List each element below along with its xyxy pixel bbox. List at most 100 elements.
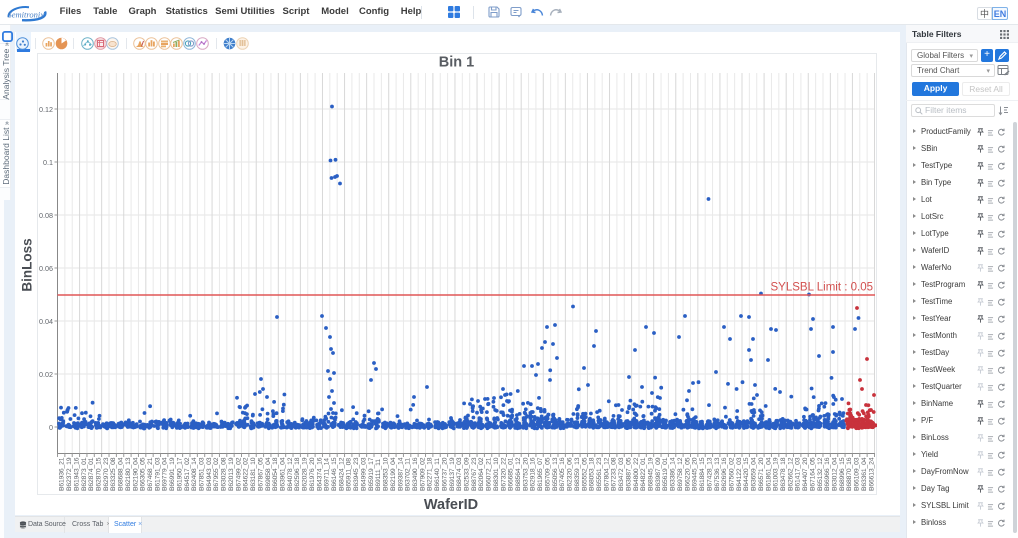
svg-text:B65056_13: B65056_13 bbox=[552, 457, 559, 491]
svg-text:B67851_03: B67851_03 bbox=[199, 457, 206, 491]
svg-text:B64420_15: B64420_15 bbox=[743, 457, 750, 491]
svg-text:B61884_15: B61884_15 bbox=[699, 457, 706, 491]
svg-text:B66146_15: B66146_15 bbox=[331, 457, 338, 491]
svg-text:B64822_01: B64822_01 bbox=[640, 457, 647, 491]
svg-text:B68424_12: B68424_12 bbox=[338, 457, 345, 491]
svg-text:B64374_16: B64374_16 bbox=[316, 457, 323, 491]
svg-text:B64122_03: B64122_03 bbox=[736, 457, 743, 491]
svg-text:B67560_02: B67560_02 bbox=[729, 457, 736, 491]
svg-text:B66220_05: B66220_05 bbox=[684, 457, 691, 491]
svg-text:B69387_14: B69387_14 bbox=[397, 457, 404, 491]
svg-text:B69858_04: B69858_04 bbox=[265, 457, 272, 491]
svg-text:Bin 1: Bin 1 bbox=[439, 55, 474, 71]
svg-text:B63361_04: B63361_04 bbox=[861, 457, 868, 491]
svg-text:B68564_12: B68564_12 bbox=[515, 457, 522, 491]
svg-text:B63325_08: B63325_08 bbox=[110, 457, 117, 491]
svg-text:B65132_12: B65132_12 bbox=[817, 457, 824, 491]
svg-text:B62918_16: B62918_16 bbox=[530, 457, 537, 491]
svg-text:B62199_04: B62199_04 bbox=[390, 457, 397, 491]
svg-text:B67955_02: B67955_02 bbox=[213, 457, 220, 491]
svg-text:B66966_16: B66966_16 bbox=[824, 457, 831, 491]
svg-text:B66737_20: B66737_20 bbox=[441, 457, 448, 491]
svg-text:B67468_21: B67468_21 bbox=[147, 457, 154, 491]
svg-text:B65911_08: B65911_08 bbox=[346, 458, 353, 491]
svg-text:B64407_20: B64407_20 bbox=[802, 457, 809, 491]
svg-text:B64943_03: B64943_03 bbox=[206, 457, 213, 491]
svg-text:B62013_19: B62013_19 bbox=[228, 457, 235, 491]
svg-text:B64622_02: B64622_02 bbox=[243, 457, 250, 491]
svg-text:B67233_08: B67233_08 bbox=[611, 457, 618, 491]
svg-text:Semitronix: Semitronix bbox=[8, 10, 45, 20]
svg-text:0.06: 0.06 bbox=[39, 264, 53, 273]
svg-text:B67867_05: B67867_05 bbox=[257, 457, 264, 491]
svg-text:B67428_13: B67428_13 bbox=[706, 457, 713, 491]
svg-text:0.04: 0.04 bbox=[39, 317, 53, 326]
svg-text:0.08: 0.08 bbox=[39, 211, 53, 220]
svg-text:B64800_22: B64800_22 bbox=[633, 457, 640, 491]
svg-text:B62970_23: B62970_23 bbox=[103, 457, 110, 491]
svg-text:B66613_24: B66613_24 bbox=[868, 457, 875, 491]
svg-text:B67320_22: B67320_22 bbox=[500, 457, 507, 491]
svg-text:B61417_03: B61417_03 bbox=[795, 457, 802, 491]
svg-text:SYLSBL Limit : 0.05: SYLSBL Limit : 0.05 bbox=[771, 282, 874, 294]
svg-text:B68359_13: B68359_13 bbox=[574, 457, 581, 491]
svg-text:B62874_01: B62874_01 bbox=[88, 457, 95, 491]
svg-text:B64078_12: B64078_12 bbox=[287, 457, 294, 491]
svg-text:B64999_03: B64999_03 bbox=[361, 457, 368, 491]
svg-text:B65919_17: B65919_17 bbox=[368, 457, 375, 491]
svg-text:B61936_21: B61936_21 bbox=[59, 457, 66, 491]
svg-text:B68474_03: B68474_03 bbox=[456, 457, 463, 491]
svg-text:B66571_20: B66571_20 bbox=[758, 457, 765, 491]
svg-text:B63753_20: B63753_20 bbox=[522, 457, 529, 491]
svg-text:B62180_13: B62180_13 bbox=[125, 457, 132, 491]
svg-text:B63945_23: B63945_23 bbox=[353, 457, 360, 491]
svg-text:B61965_07: B61965_07 bbox=[537, 457, 544, 491]
svg-text:0: 0 bbox=[49, 423, 53, 432]
svg-text:B62028_19: B62028_19 bbox=[302, 457, 309, 491]
svg-text:B63012_04: B63012_04 bbox=[832, 457, 839, 491]
svg-text:B66305_05: B66305_05 bbox=[140, 457, 147, 491]
svg-text:B69779_04: B69779_04 bbox=[162, 457, 169, 491]
svg-text:B62662_12: B62662_12 bbox=[787, 457, 794, 491]
svg-text:B62596_18: B62596_18 bbox=[294, 457, 301, 491]
svg-text:B67164_05: B67164_05 bbox=[809, 457, 816, 491]
svg-text:B61003_19: B61003_19 bbox=[773, 457, 780, 491]
svg-text:0.02: 0.02 bbox=[39, 370, 53, 379]
svg-text:B63478_18: B63478_18 bbox=[780, 457, 787, 491]
svg-text:B68053_18: B68053_18 bbox=[589, 457, 596, 491]
svg-text:B66991_19: B66991_19 bbox=[169, 457, 176, 491]
svg-text:B67499_02: B67499_02 bbox=[235, 457, 242, 491]
svg-text:B68353_10: B68353_10 bbox=[383, 457, 390, 491]
svg-text:B62408_14: B62408_14 bbox=[191, 457, 198, 491]
svg-text:B63028_08: B63028_08 bbox=[221, 457, 228, 491]
svg-text:B61950_17: B61950_17 bbox=[176, 457, 183, 491]
svg-text:B66685_01: B66685_01 bbox=[508, 457, 515, 491]
svg-text:B62696_16: B62696_16 bbox=[721, 457, 728, 491]
svg-text:B63659_04: B63659_04 bbox=[751, 457, 758, 491]
svg-text:B63887_05: B63887_05 bbox=[625, 457, 632, 491]
svg-text:B62064_02: B62064_02 bbox=[478, 457, 485, 491]
svg-text:B68870_16: B68870_16 bbox=[846, 457, 853, 491]
svg-text:B65552_05: B65552_05 bbox=[581, 457, 588, 491]
svg-text:B65619_01: B65619_01 bbox=[662, 457, 669, 491]
svg-text:B63181_10: B63181_10 bbox=[250, 457, 257, 491]
svg-text:B68945_19: B68945_19 bbox=[648, 457, 655, 491]
svg-text:B62870_15: B62870_15 bbox=[96, 457, 103, 491]
svg-text:B62190_04: B62190_04 bbox=[132, 457, 139, 491]
svg-text:B67909_02: B67909_02 bbox=[419, 457, 426, 491]
svg-text:B69711_14: B69711_14 bbox=[324, 458, 331, 491]
svg-text:B61976_20: B61976_20 bbox=[309, 457, 316, 491]
svg-text:0.12: 0.12 bbox=[39, 105, 53, 114]
svg-text:0.1: 0.1 bbox=[43, 158, 53, 167]
svg-text:B66072_21: B66072_21 bbox=[486, 457, 493, 491]
svg-text:B63702_11: B63702_11 bbox=[405, 458, 412, 491]
svg-text:B63472_03: B63472_03 bbox=[618, 457, 625, 491]
svg-text:B69758_12: B69758_12 bbox=[677, 457, 684, 491]
svg-text:B61791_03: B61791_03 bbox=[154, 457, 161, 491]
svg-text:B69137_19: B69137_19 bbox=[449, 457, 456, 491]
svg-text:B62271_18: B62271_18 bbox=[427, 457, 434, 491]
svg-text:B61943_16: B61943_16 bbox=[73, 457, 80, 491]
svg-text:B68688_04: B68688_04 bbox=[118, 457, 125, 491]
svg-text:B62372_19: B62372_19 bbox=[66, 457, 73, 491]
svg-text:B66140_11: B66140_11 bbox=[434, 458, 441, 491]
